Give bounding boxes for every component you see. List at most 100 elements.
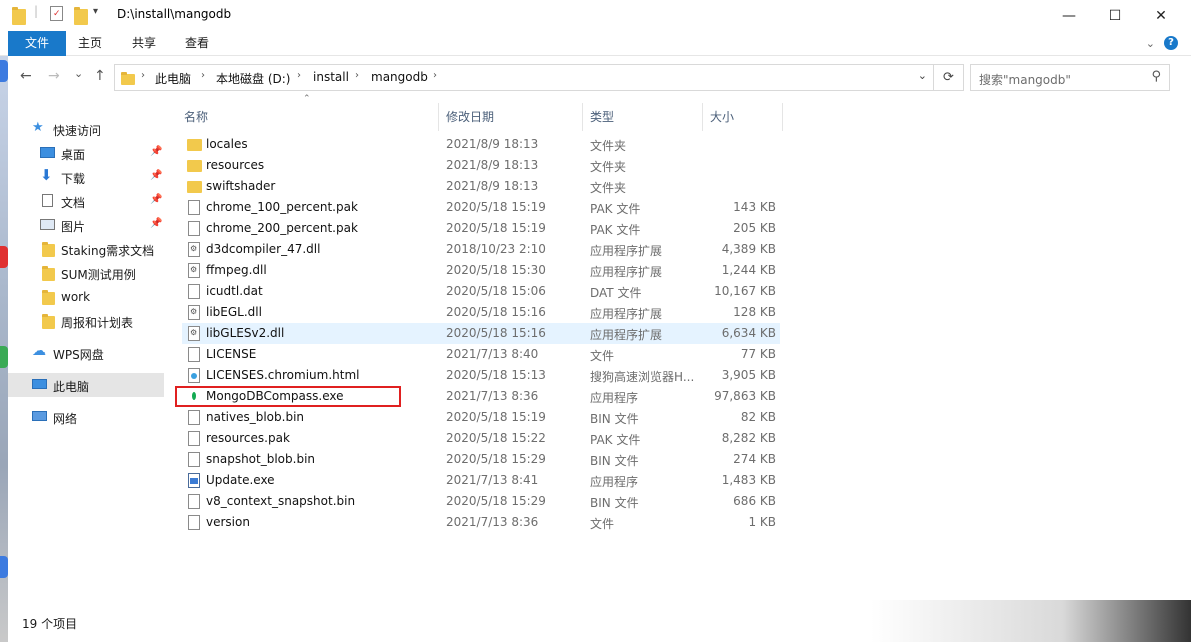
tab-home[interactable]: 主页 <box>68 31 112 56</box>
file-date: 2020/5/18 15:29 <box>446 452 546 466</box>
picture-icon <box>40 219 55 230</box>
file-row[interactable]: locales 2021/8/9 18:13 文件夹 <box>182 134 780 155</box>
sidebar-item-this-pc[interactable]: 此电脑 <box>8 373 164 397</box>
folder-icon <box>42 314 55 329</box>
search-input[interactable]: 搜索"mangodb" <box>979 71 1071 88</box>
column-divider[interactable] <box>702 103 703 131</box>
file-row[interactable]: natives_blob.bin 2020/5/18 15:19 BIN 文件 82 … <box>182 407 780 428</box>
file-date: 2021/7/13 8:36 <box>446 389 539 403</box>
breadcrumb-this-pc[interactable]: 此电脑 <box>155 70 191 87</box>
file-row[interactable]: chrome_200_percent.pak 2020/5/18 15:19 PAK… <box>182 218 780 239</box>
breadcrumb-separator[interactable]: › <box>355 70 359 81</box>
pin-icon[interactable]: 📌 <box>150 218 162 229</box>
breadcrumb-separator[interactable]: › <box>433 70 437 81</box>
search-icon[interactable]: ⚲ <box>1151 69 1161 84</box>
column-header-name[interactable]: 名称 <box>184 103 208 131</box>
maximize-button[interactable]: ☐ <box>1092 0 1138 31</box>
sidebar-item-quick-access[interactable]: ★ 快速访问 <box>8 117 164 141</box>
file-row[interactable]: libGLESv2.dll 2020/5/18 15:16 应用程序扩展 6,634 … <box>182 323 780 344</box>
breadcrumb-separator[interactable]: › <box>297 70 301 81</box>
address-bar[interactable]: › 此电脑 › 本地磁盘 (D:) › install › mangodb › … <box>114 64 964 91</box>
properties-icon[interactable]: ✓ <box>50 6 63 21</box>
sidebar-item-weekly-reports[interactable]: 周报和计划表 <box>8 309 164 333</box>
breadcrumb-install[interactable]: install <box>313 70 349 84</box>
column-header-date[interactable]: 修改日期 <box>446 103 494 131</box>
file-row[interactable]: swiftshader 2021/8/9 18:13 文件夹 <box>182 176 780 197</box>
sidebar-item-label: 此电脑 <box>53 380 90 394</box>
sidebar-item-network[interactable]: 网络 <box>8 405 164 429</box>
file-row[interactable]: v8_context_snapshot.bin 2020/5/18 15:29 BI… <box>182 491 780 512</box>
help-icon[interactable]: ? <box>1164 36 1178 50</box>
search-box[interactable]: 搜索"mangodb" ⚲ <box>970 64 1170 91</box>
pin-icon[interactable]: 📌 <box>150 146 162 157</box>
minimize-button[interactable]: — <box>1046 0 1092 31</box>
desktop-icon-fragment <box>0 60 8 82</box>
folder-icon <box>187 160 202 172</box>
file-date: 2020/5/18 15:16 <box>446 326 546 340</box>
pin-icon[interactable]: 📌 <box>150 194 162 205</box>
column-divider[interactable] <box>438 103 439 131</box>
file-row[interactable]: snapshot_blob.bin 2020/5/18 15:29 BIN 文件 27… <box>182 449 780 470</box>
back-button[interactable]: ← <box>20 68 32 84</box>
dll-icon <box>188 305 200 320</box>
sidebar-item-staking-docs[interactable]: Staking需求文档 <box>8 237 164 261</box>
sidebar-item-label: 网络 <box>53 412 78 426</box>
tab-file[interactable]: 文件 <box>8 31 66 56</box>
file-name: icudtl.dat <box>206 284 263 298</box>
file-type: DAT 文件 <box>590 286 642 300</box>
file-row[interactable]: ffmpeg.dll 2020/5/18 15:30 应用程序扩展 1,244 KB <box>182 260 780 281</box>
desktop-icon-fragment <box>0 246 8 268</box>
sidebar-item-label: 文档 <box>61 196 86 210</box>
breadcrumb-separator[interactable]: › <box>141 70 145 81</box>
breadcrumb-drive-d[interactable]: 本地磁盘 (D:) <box>216 70 290 87</box>
file-size: 10,167 KB <box>714 284 776 298</box>
forward-button[interactable]: → <box>48 68 60 84</box>
sidebar-item-pictures[interactable]: 图片 📌 <box>8 213 164 237</box>
file-row[interactable]: libEGL.dll 2020/5/18 15:16 应用程序扩展 128 KB <box>182 302 780 323</box>
file-row[interactable]: resources 2021/8/9 18:13 文件夹 <box>182 155 780 176</box>
tab-share[interactable]: 共享 <box>122 31 166 56</box>
sidebar-item-sum-testcases[interactable]: SUM测试用例 <box>8 261 164 285</box>
sidebar-item-downloads[interactable]: ⬇ 下载 📌 <box>8 165 164 189</box>
column-header-size[interactable]: 大小 <box>710 103 734 131</box>
column-divider[interactable] <box>782 103 783 131</box>
file-row[interactable]: resources.pak 2020/5/18 15:22 PAK 文件 8,282 … <box>182 428 780 449</box>
breadcrumb-mangodb[interactable]: mangodb <box>371 70 428 84</box>
desktop-icon-fragment <box>0 346 8 368</box>
file-row[interactable]: chrome_100_percent.pak 2020/5/18 15:19 PAK… <box>182 197 780 218</box>
star-icon: ★ <box>32 120 44 135</box>
file-row[interactable]: LICENSE 2021/7/13 8:40 文件 77 KB <box>182 344 780 365</box>
tab-view[interactable]: 查看 <box>175 31 219 56</box>
file-row[interactable]: d3dcompiler_47.dll 2018/10/23 2:10 应用程序扩展 4… <box>182 239 780 260</box>
file-icon <box>188 452 200 467</box>
refresh-button[interactable]: ⟳ <box>933 65 963 90</box>
column-header-type[interactable]: 类型 <box>590 103 614 131</box>
file-row[interactable]: Update.exe 2021/7/13 8:41 应用程序 1,483 KB <box>182 470 780 491</box>
recent-locations-button[interactable]: ⌄ <box>74 67 83 80</box>
sidebar-item-desktop[interactable]: 桌面 📌 <box>8 141 164 165</box>
customize-quick-access-icon[interactable]: ▾ <box>93 6 98 22</box>
address-dropdown-icon[interactable]: ⌄ <box>918 69 927 82</box>
sidebar-item-documents[interactable]: 文档 📌 <box>8 189 164 213</box>
close-button[interactable]: ✕ <box>1138 0 1184 31</box>
sidebar-item-work[interactable]: work <box>8 285 164 309</box>
file-icon <box>188 221 200 236</box>
file-row[interactable]: LICENSES.chromium.html 2020/5/18 15:13 搜狗高… <box>182 365 780 386</box>
file-name: snapshot_blob.bin <box>206 452 316 466</box>
sidebar-item-wps-cloud[interactable]: ☁ WPS网盘 <box>8 341 164 365</box>
chevron-down-icon[interactable]: ⌄ <box>1146 37 1155 50</box>
column-divider[interactable] <box>582 103 583 131</box>
file-row[interactable]: icudtl.dat 2020/5/18 15:06 DAT 文件 10,167 KB <box>182 281 780 302</box>
file-size: 77 KB <box>740 347 776 361</box>
pin-icon[interactable]: 📌 <box>150 170 162 181</box>
folder-icon <box>42 290 55 305</box>
new-folder-icon[interactable] <box>74 7 88 25</box>
file-icon <box>188 515 200 530</box>
file-date: 2020/5/18 15:13 <box>446 368 546 382</box>
breadcrumb-separator[interactable]: › <box>201 70 205 81</box>
file-date: 2020/5/18 15:30 <box>446 263 546 277</box>
file-row[interactable]: version 2021/7/13 8:36 文件 1 KB <box>182 512 780 533</box>
sidebar-item-label: 下载 <box>61 172 86 186</box>
up-button[interactable]: ↑ <box>94 68 106 84</box>
file-type: PAK 文件 <box>590 433 641 447</box>
